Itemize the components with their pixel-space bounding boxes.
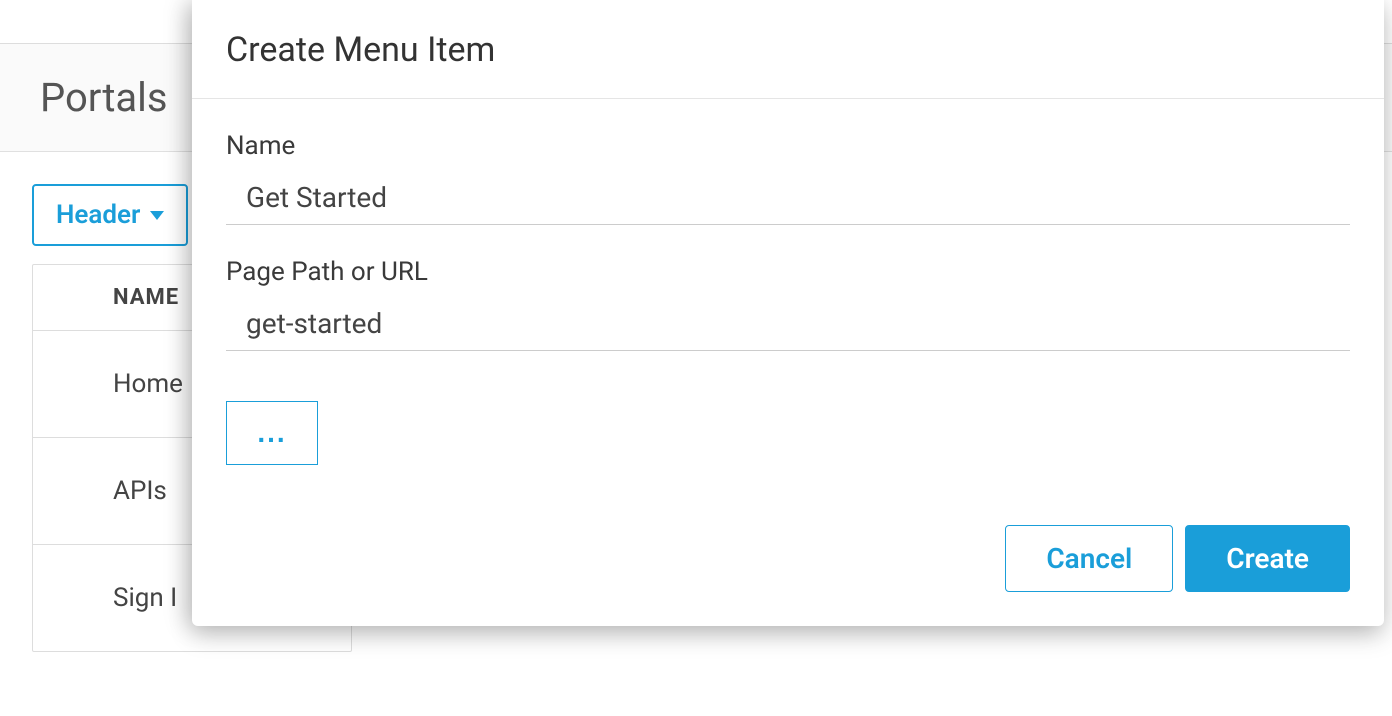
ellipsis-icon: ... bbox=[257, 419, 286, 447]
create-button[interactable]: Create bbox=[1185, 525, 1350, 592]
cancel-button[interactable]: Cancel bbox=[1005, 525, 1173, 592]
path-input[interactable] bbox=[226, 299, 1350, 351]
name-input[interactable] bbox=[226, 173, 1350, 225]
create-menu-item-modal: Create Menu Item Name Page Path or URL .… bbox=[192, 0, 1384, 626]
more-options-button[interactable]: ... bbox=[226, 401, 318, 465]
header-dropdown-label: Header bbox=[56, 200, 140, 230]
modal-divider bbox=[192, 98, 1384, 99]
modal-actions: Cancel Create bbox=[226, 525, 1350, 592]
modal-title: Create Menu Item bbox=[226, 30, 1350, 98]
caret-down-icon bbox=[150, 211, 164, 220]
form-group-path: Page Path or URL bbox=[226, 257, 1350, 351]
form-group-name: Name bbox=[226, 131, 1350, 225]
header-dropdown[interactable]: Header bbox=[32, 184, 188, 246]
name-label: Name bbox=[226, 131, 1350, 161]
path-label: Page Path or URL bbox=[226, 257, 1350, 287]
